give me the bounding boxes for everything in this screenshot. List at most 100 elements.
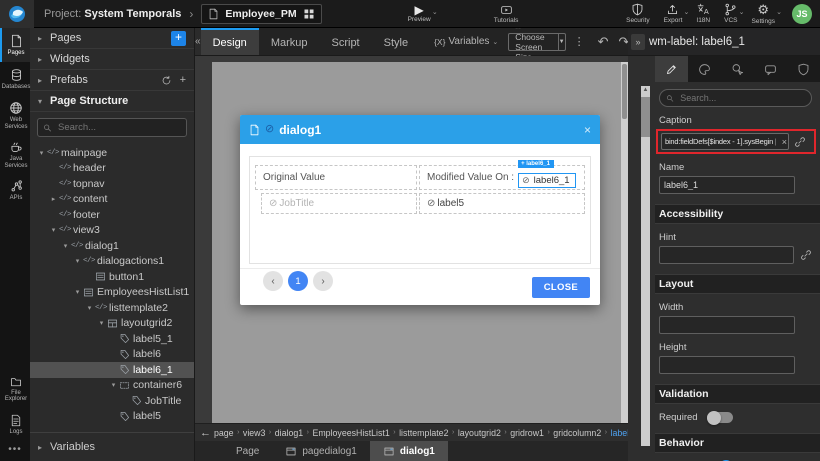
tree-item-listtemplate2[interactable]: ▾</>listtemplate2 [30,300,194,316]
tab-script[interactable]: Script [320,28,372,55]
label5-widget[interactable]: ⊘ label5 [419,193,585,214]
app-logo[interactable] [0,0,34,28]
scrollbar-thumb[interactable] [622,64,627,119]
bottom-tab-pagedialog1[interactable]: pagedialog1 [272,441,370,461]
properties-search-input[interactable] [678,92,805,104]
caption-input[interactable] [661,133,789,150]
label6_1-widget[interactable]: ⊘label6_1 [518,173,575,188]
breadcrumb-item-label6_1[interactable]: label6_1 [611,428,628,438]
properties-scrollbar[interactable]: ▲ ▼ [641,86,650,446]
caret-right-icon[interactable]: ▸ [48,195,59,203]
dialog-close-icon[interactable]: × [584,123,591,137]
structure-search-input[interactable] [56,121,181,134]
tree-item-EmployeesHistList1[interactable]: ▾EmployeesHistList1 [30,285,194,301]
breadcrumb-item-listtemplate2[interactable]: listtemplate2 [399,428,448,438]
structure-search[interactable] [37,118,187,137]
refresh-icon[interactable] [161,75,172,86]
properties-search[interactable] [659,89,812,107]
scrollbar-thumb[interactable] [641,97,650,137]
tree-item-dialogactions1[interactable]: ▾</>dialogactions1 [30,254,194,270]
breadcrumb-item-dialog1[interactable]: dialog1 [275,428,303,438]
caret-down-icon[interactable]: ▾ [60,242,71,250]
rail-item-logs[interactable]: Logs [0,408,30,441]
tree-item-mainpage[interactable]: ▾</>mainpage [30,145,194,161]
tab-events[interactable] [721,56,754,82]
tab-properties[interactable] [655,56,688,82]
page-selector[interactable]: Employee_PM [201,4,321,24]
caret-down-icon[interactable]: ▾ [96,319,107,327]
breadcrumb-item-EmployeesHistList1[interactable]: EmployeesHistList1 [312,428,389,438]
clear-caption-icon[interactable]: × [782,137,787,147]
breadcrumb-back-icon[interactable]: ← [200,427,211,439]
hint-input[interactable] [659,246,794,264]
rail-item-web-services[interactable]: Web Services [0,95,30,135]
list-widget[interactable]: Original Value Modified Value On : + lab… [249,156,591,264]
breadcrumb-item-gridrow1[interactable]: gridrow1 [510,428,544,438]
scroll-up-icon[interactable]: ▲ [641,86,650,95]
rail-item-apis[interactable]: APIs [0,174,30,207]
height-input[interactable] [659,356,795,374]
tree-item-label6[interactable]: label6 [30,347,194,363]
more-options-icon[interactable]: ⋮ [574,28,585,55]
section-widgets[interactable]: ▸ Widgets [30,49,194,70]
breadcrumb-item-layoutgrid2[interactable]: layoutgrid2 [458,428,501,438]
tree-item-topnav[interactable]: </>topnav [30,176,194,192]
grid-cell-header2[interactable]: Modified Value On : + label6_1 ⊘label6_1 [419,165,585,190]
tree-item-label5_1[interactable]: label5_1 [30,331,194,347]
section-pages[interactable]: ▸ Pages + [30,28,194,49]
tree-item-button1[interactable]: button1 [30,269,194,285]
tree-item-header[interactable]: </>header [30,161,194,177]
topbar-action-export[interactable]: Export⌄ [664,0,683,28]
tree-item-footer[interactable]: </>footer [30,207,194,223]
bottom-tab-page[interactable]: Page [223,441,272,461]
tree-item-content[interactable]: ▸</>content [30,192,194,208]
name-input[interactable] [659,176,795,194]
section-prefabs[interactable]: ▸ Prefabs + [30,70,194,91]
rail-item-pages[interactable]: Pages [0,28,30,62]
bind-caption-icon[interactable] [794,136,806,148]
tree-item-label5[interactable]: label5 [30,409,194,425]
tree-item-JobTitle[interactable]: JobTitle [30,393,194,409]
caret-down-icon[interactable]: ▾ [72,288,83,296]
tab-security[interactable] [787,56,820,82]
topbar-action-i18n[interactable]: AI18N [696,0,710,28]
caret-down-icon[interactable]: ▾ [48,226,59,234]
screen-size-select[interactable]: -- Choose Screen Size -- ▼ [508,33,565,51]
grid-cell-header1[interactable]: Original Value [255,165,417,190]
topbar-action-settings[interactable]: ⚙Settings⌄ [752,0,776,28]
close-button[interactable]: CLOSE [532,277,590,298]
preview-button[interactable]: ▶ Preview ⌄ [408,0,431,28]
tree-item-label6_1[interactable]: label6_1 [30,362,194,378]
width-input[interactable] [659,316,795,334]
more-options-icon[interactable]: ••• [0,440,30,461]
required-toggle[interactable] [707,412,733,423]
collapse-right-panel-icon[interactable]: » [631,34,645,50]
caret-down-icon[interactable]: ▾ [36,149,47,157]
tab-style[interactable]: Style [372,28,420,55]
rail-item-databases[interactable]: Databases [0,62,30,96]
caret-down-icon[interactable]: ▾ [72,257,83,265]
tutorials-button[interactable]: Tutorials [494,0,519,28]
topbar-action-security[interactable]: Security [626,0,649,28]
selected-widget[interactable]: + label6_1 ⊘label6_1 [518,168,575,188]
caret-down-icon[interactable]: ▾ [84,304,95,312]
tree-item-dialog1[interactable]: ▾</>dialog1 [30,238,194,254]
tree-item-view3[interactable]: ▾</>view3 [30,223,194,239]
rail-item-file-explorer[interactable]: File Explorer [0,370,30,408]
tab-markup[interactable]: Markup [259,28,320,55]
tab-design[interactable]: Design [201,28,259,55]
caret-down-icon[interactable]: ▾ [108,381,119,389]
breadcrumb-item-view3[interactable]: view3 [243,428,266,438]
section-variables[interactable]: ▸ Variables [30,432,194,461]
canvas-scrollbar[interactable] [621,62,628,423]
rail-item-java-services[interactable]: Java Services [0,135,30,174]
add-prefab-icon[interactable]: + [180,74,186,86]
user-avatar[interactable]: JS [792,4,812,24]
add-page-button[interactable]: + [171,31,186,46]
section-page-structure[interactable]: ▾ Page Structure [30,91,194,112]
variables-dropdown[interactable]: {X} Variables ⌄ [434,28,498,55]
breadcrumb-item-page[interactable]: page [214,428,234,438]
tab-styles[interactable] [688,56,721,82]
tab-comments[interactable] [754,56,787,82]
topbar-action-vcs[interactable]: VCS⌄ [724,0,737,28]
